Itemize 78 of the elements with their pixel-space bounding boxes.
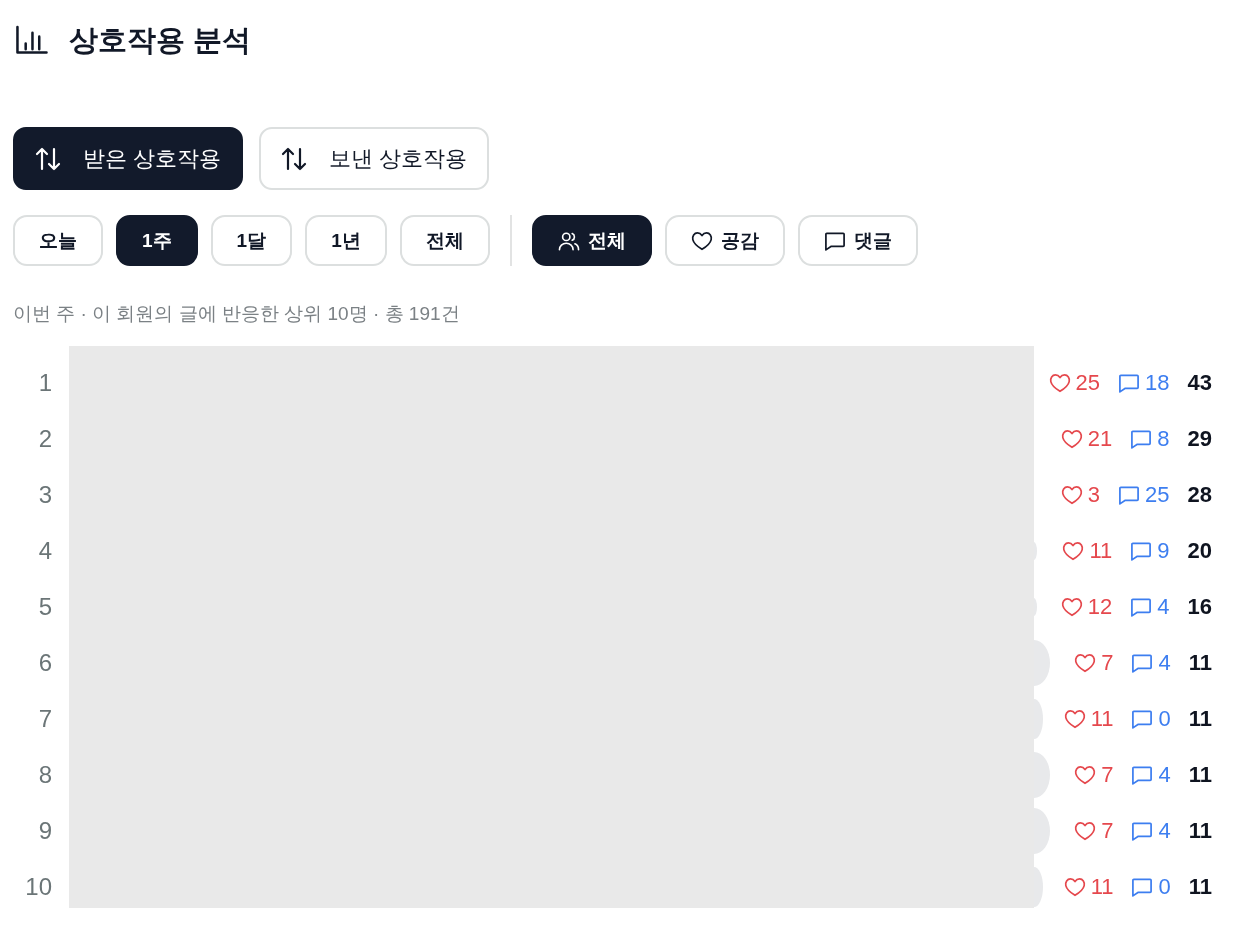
total-count: 16 [1187,593,1212,621]
rank-number: 1 [38,369,52,397]
heart-icon [1060,429,1083,449]
comment-icon [1130,597,1153,617]
rank-number: 4 [38,537,52,565]
bar-chart-icon [15,24,48,56]
rank-number: 9 [38,817,52,845]
total-count: 29 [1187,425,1212,453]
type-chip[interactable]: 공감 [664,215,785,266]
comment-icon [1131,821,1154,841]
like-count: 11 [1090,873,1114,901]
comment-icon [1131,653,1154,673]
heart-icon [1062,541,1085,561]
comment-icon [1130,429,1153,449]
comment-count: 4 [1158,761,1171,789]
total-count: 20 [1187,537,1212,565]
comment-count: 0 [1158,873,1171,901]
like-count: 12 [1087,593,1113,621]
summary-text: 이번 주 · 이 회원의 글에 반응한 상위 10명 · 총 191건 [13,302,461,326]
people-icon [557,230,580,251]
heart-icon [1063,709,1086,729]
like-count: 21 [1087,425,1113,453]
like-count: 11 [1089,537,1113,565]
like-count: 7 [1101,761,1114,789]
page-title: 상호작용 분석 [69,23,252,58]
period-chip[interactable]: 전체 [399,215,490,266]
rank-number: 7 [38,705,52,733]
heart-icon [1060,597,1083,617]
rank-number: 6 [38,649,52,677]
heart-icon [1060,485,1083,505]
heart-icon [690,230,713,251]
comment-icon [1118,373,1141,393]
heart-icon [1074,821,1097,841]
rank-number: 3 [38,481,52,509]
period-chip[interactable]: 1년 [305,215,387,266]
like-count: 7 [1101,649,1114,677]
comment-count: 18 [1145,369,1170,397]
like-count: 11 [1090,705,1114,733]
comment-count: 4 [1158,817,1171,845]
rank-number: 8 [38,761,52,789]
rank-number: 5 [38,593,52,621]
comment-count: 0 [1158,705,1171,733]
total-count: 11 [1188,649,1212,677]
total-count: 11 [1188,761,1212,789]
comment-count: 9 [1157,537,1170,565]
like-count: 25 [1075,369,1101,397]
total-count: 28 [1187,481,1212,509]
comment-icon [1131,877,1154,897]
comment-count: 4 [1157,593,1170,621]
comment-count: 8 [1157,425,1170,453]
total-count: 43 [1187,369,1212,397]
type-chip[interactable]: 전체 [531,215,652,266]
heart-icon [1074,653,1097,673]
comment-icon [1131,765,1154,785]
total-count: 11 [1188,873,1212,901]
total-count: 11 [1188,705,1212,733]
rank-number: 10 [25,873,52,901]
direction-tab[interactable]: 보낸 상호작용 [259,127,490,190]
total-count: 11 [1188,817,1212,845]
direction-tab[interactable]: 받은 상호작용 [13,127,244,190]
rank-number: 2 [38,425,52,453]
comment-count: 4 [1158,649,1171,677]
comment-icon [1131,709,1154,729]
comment-icon [1118,485,1141,505]
swap-arrows-icon [35,146,61,171]
swap-arrows-icon [281,146,308,171]
period-chip[interactable]: 오늘 [13,215,103,266]
like-count: 7 [1101,817,1114,845]
comment-count: 25 [1145,481,1170,509]
heart-icon [1048,373,1071,393]
comment-icon [1130,541,1153,561]
comment-icon [823,230,846,251]
period-chip[interactable]: 1달 [210,215,293,266]
type-chip[interactable]: 댓글 [797,215,918,266]
heart-icon [1063,877,1086,897]
heart-icon [1074,765,1097,785]
like-count: 3 [1087,481,1101,509]
period-chip[interactable]: 1주 [116,215,198,266]
